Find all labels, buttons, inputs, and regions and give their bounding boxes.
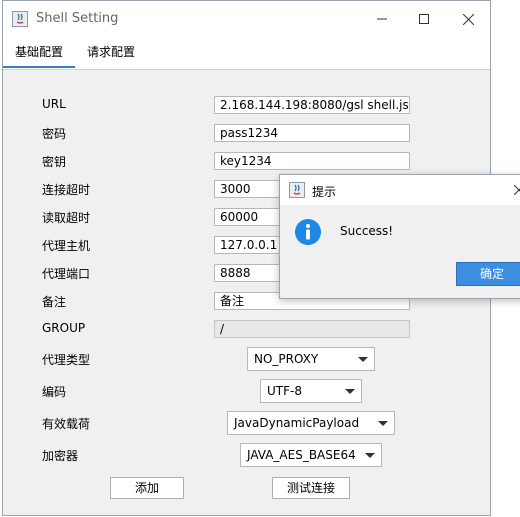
encryptor-select[interactable]: JAVA_AES_BASE64: [240, 443, 382, 467]
proxy-host-label: 代理主机: [42, 239, 91, 253]
close-icon[interactable]: [514, 185, 520, 195]
info-icon: [295, 219, 321, 245]
payload-value: JavaDynamicPayload: [234, 416, 360, 430]
close-icon: [462, 13, 474, 25]
minimize-button[interactable]: [359, 1, 405, 37]
conn-timeout-label: 连接超时: [42, 183, 91, 197]
close-button[interactable]: [445, 1, 491, 37]
success-dialog: 提示 Success! 确定: [279, 174, 520, 299]
window-title: Shell Setting: [36, 11, 119, 26]
dialog-title-bar: 提示: [280, 175, 520, 205]
encryptor-label: 加密器: [42, 449, 79, 463]
payload-select[interactable]: JavaDynamicPayload: [227, 411, 395, 435]
proxy-type-value: NO_PROXY: [254, 352, 319, 366]
password-label: 密码: [42, 127, 67, 141]
key-field[interactable]: key1234: [214, 152, 410, 170]
test-connection-button[interactable]: 测试连接: [272, 477, 350, 499]
chevron-down-icon: [365, 453, 375, 458]
minimize-icon: [377, 18, 387, 20]
java-app-icon: [289, 182, 305, 198]
payload-label: 有效载荷: [42, 417, 91, 431]
tab-basic-config[interactable]: 基础配置: [3, 37, 76, 68]
chevron-down-icon: [358, 357, 368, 362]
proxy-port-label: 代理端口: [42, 267, 91, 281]
tab-bar: 基础配置 请求配置: [3, 37, 490, 70]
encoding-label: 编码: [42, 385, 67, 399]
proxy-type-label: 代理类型: [42, 353, 91, 367]
group-field[interactable]: /: [214, 320, 410, 338]
url-field[interactable]: 2.168.144.198:8080/gsl shell.jsp: [214, 96, 410, 114]
proxy-type-select[interactable]: NO_PROXY: [247, 347, 375, 371]
password-field[interactable]: pass1234: [214, 124, 410, 142]
title-bar: Shell Setting: [3, 1, 490, 37]
remark-label: 备注: [42, 295, 67, 309]
dialog-title: 提示: [312, 185, 337, 199]
dialog-message: Success!: [340, 224, 394, 238]
read-timeout-label: 读取超时: [42, 211, 91, 225]
add-button[interactable]: 添加: [110, 477, 184, 499]
url-label: URL: [42, 97, 66, 111]
key-label: 密钥: [42, 155, 67, 169]
maximize-button[interactable]: [401, 1, 447, 37]
encoding-select[interactable]: UTF-8: [260, 379, 362, 403]
chevron-down-icon: [378, 421, 388, 426]
encryptor-value: JAVA_AES_BASE64: [247, 448, 356, 462]
encoding-value: UTF-8: [267, 384, 302, 398]
tab-request-config[interactable]: 请求配置: [75, 37, 147, 67]
chevron-down-icon: [345, 389, 355, 394]
java-app-icon: [12, 11, 28, 27]
group-label: GROUP: [42, 321, 86, 335]
maximize-icon: [419, 14, 429, 24]
ok-button[interactable]: 确定: [456, 262, 520, 286]
